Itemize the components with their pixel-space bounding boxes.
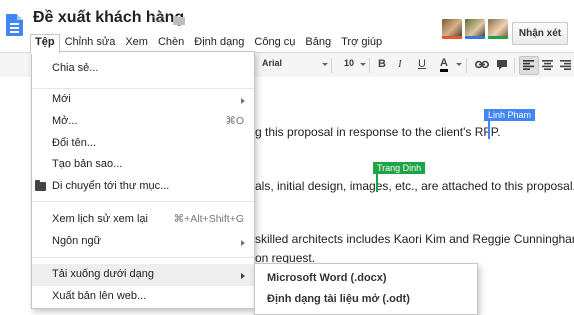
font-name-select[interactable]: Arial	[262, 58, 282, 68]
document-text-line[interactable]: g this proposal in response to the clien…	[255, 125, 501, 139]
text-color-icon[interactable]: A	[440, 58, 448, 72]
collaborator-cursor	[376, 174, 378, 192]
chevron-down-icon	[360, 63, 366, 66]
folder-icon	[35, 180, 46, 191]
bold-icon[interactable]: B	[378, 58, 386, 71]
file-menu-item-download-as[interactable]: Tải xuống dưới dạng	[32, 264, 254, 286]
collaborator-avatar[interactable]	[465, 19, 485, 39]
menu-file[interactable]: Tệp	[30, 34, 60, 54]
shortcut-hint: ⌘O	[225, 115, 244, 127]
chevron-down-icon	[456, 63, 462, 66]
menu-insert[interactable]: Chèn	[153, 34, 189, 52]
collaborator-cursor-label: Trang Dinh	[373, 162, 426, 174]
file-menu-item-share[interactable]: Chia sẻ...	[32, 58, 254, 80]
collaborator-avatar[interactable]	[488, 19, 508, 39]
align-left-icon	[523, 60, 534, 70]
menu-table[interactable]: Bảng	[300, 34, 336, 52]
toolbar-divider	[466, 58, 467, 73]
file-menu-item-new[interactable]: Mới	[32, 89, 254, 111]
document-text-line[interactable]: als, initial design, images, etc., are a…	[255, 179, 574, 193]
folder-icon[interactable]	[173, 15, 185, 25]
chevron-right-icon	[241, 273, 245, 279]
file-menu-item-move-to-folder[interactable]: Di chuyển tới thư mục...	[32, 176, 254, 198]
font-size-select[interactable]: 10	[344, 58, 354, 68]
star-icon[interactable]: ☆	[151, 10, 165, 28]
align-right-icon[interactable]	[560, 60, 571, 70]
toolbar-divider	[514, 58, 515, 73]
comments-button[interactable]: Nhận xét	[512, 22, 568, 45]
menu-edit[interactable]: Chỉnh sửa	[60, 34, 121, 52]
menu-tools[interactable]: Công cụ	[249, 34, 300, 52]
collaborator-cursor-label: Linh Pham	[484, 109, 536, 121]
comment-icon[interactable]	[496, 59, 508, 71]
document-text-line[interactable]: skilled architects includes Kaori Kim an…	[255, 232, 574, 246]
menu-help[interactable]: Trợ giúp	[336, 34, 387, 52]
file-menu-dropdown: Chia sẻ... Mới Mở... ⌘O Đổi tên... Tạo b…	[31, 51, 255, 309]
collaborator-cursor	[488, 121, 490, 139]
underline-icon[interactable]: U	[418, 58, 426, 71]
download-docx-item[interactable]: Microsoft Word (.docx)	[255, 268, 477, 289]
italic-icon[interactable]: I	[398, 58, 402, 71]
chevron-right-icon	[241, 98, 245, 104]
menu-divider	[32, 201, 254, 202]
file-menu-item-open[interactable]: Mở... ⌘O	[32, 111, 254, 133]
file-menu-item-language[interactable]: Ngôn ngữ	[32, 231, 254, 253]
shortcut-hint: ⌘+Alt+Shift+G	[173, 213, 244, 225]
docs-logo-icon[interactable]	[6, 14, 23, 36]
file-menu-item-revision-history[interactable]: Xem lịch sử xem lại ⌘+Alt+Shift+G	[32, 209, 254, 231]
file-menu-item-publish-to-web[interactable]: Xuất bản lên web...	[32, 286, 254, 308]
file-menu-item-rename[interactable]: Đổi tên...	[32, 133, 254, 155]
menu-divider	[32, 257, 254, 258]
download-as-submenu: Microsoft Word (.docx) Định dạng tài liệ…	[254, 263, 478, 315]
menu-format[interactable]: Định dạng	[189, 34, 249, 52]
align-center-icon[interactable]	[542, 60, 553, 70]
collaborator-avatar[interactable]	[442, 19, 462, 39]
toolbar-divider	[331, 58, 332, 73]
link-icon[interactable]	[475, 60, 489, 69]
menu-bar: Tệp Chỉnh sửa Xem Chèn Định dạng Công cụ…	[30, 34, 387, 54]
chevron-right-icon	[241, 240, 245, 246]
file-menu-item-make-copy[interactable]: Tạo bản sao...	[32, 154, 254, 176]
download-odt-item[interactable]: Định dạng tài liệu mở (.odt)	[255, 289, 477, 310]
chevron-down-icon	[322, 63, 328, 66]
toolbar-divider	[369, 58, 370, 73]
menu-view[interactable]: Xem	[120, 34, 153, 52]
